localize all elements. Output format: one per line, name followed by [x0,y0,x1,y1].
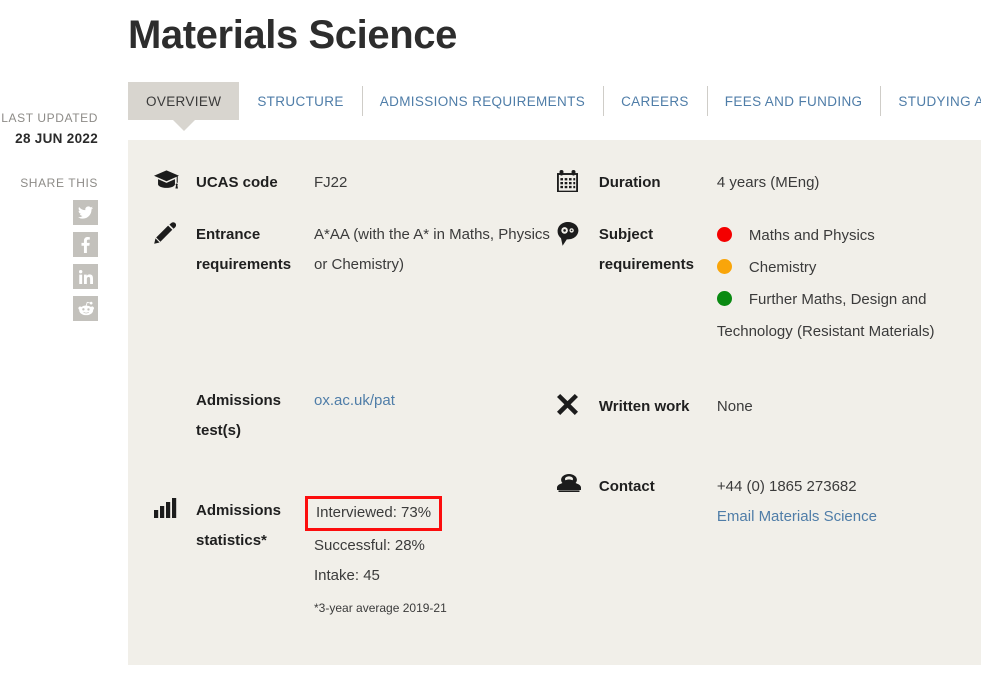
row-entrance-requirements: Entrance requirements A*AA (with the A* … [154,220,557,280]
tab-careers[interactable]: CAREERS [603,82,707,120]
last-updated-label: LAST UPDATED [0,111,98,125]
entrance-requirements-value: A*AA (with the A* in Maths, Physics or C… [314,220,557,280]
row-admissions-statistics: Admissions statistics* Interviewed: 73% … [154,496,557,623]
written-work-label: Written work [599,392,717,422]
stat-intake: Intake: 45 [314,561,557,591]
no-icon-placeholder [154,386,196,388]
subject-requirements-list: Maths and Physics Chemistry Further Math… [717,220,955,348]
share-reddit-button[interactable] [73,296,98,321]
contact-values: +44 (0) 1865 273682 Email Materials Scie… [717,472,955,532]
admissions-statistics-label: Admissions statistics* [196,496,314,556]
share-this-label: SHARE THIS [0,176,98,190]
subject-color-dot-green [717,291,732,306]
subject-requirement-item: Further Maths, Design and Technology (Re… [717,284,955,348]
overview-left-column: UCAS code FJ22 Entrance requirements A*A… [154,168,557,645]
row-subject-requirements: Subject requirements Maths and Physics C… [557,220,955,348]
last-updated-value: 28 JUN 2022 [0,131,98,146]
pencil-icon [154,220,196,244]
subject-requirement-text: Chemistry [749,259,817,276]
head-gears-icon [557,220,599,246]
subject-color-dot-amber [717,259,732,274]
tab-fees-and-funding[interactable]: FEES AND FUNDING [707,82,881,120]
linkedin-icon [79,270,93,284]
tab-structure[interactable]: STRUCTURE [239,82,361,120]
admissions-test-label: Admissions test(s) [196,386,314,446]
duration-label: Duration [599,168,717,198]
subject-requirement-item: Chemistry [717,252,955,284]
tab-admissions-requirements[interactable]: ADMISSIONS REQUIREMENTS [362,82,603,120]
share-linkedin-button[interactable] [73,264,98,289]
subject-requirement-text: Maths and Physics [749,227,875,244]
row-written-work: Written work None [557,392,955,422]
row-ucas-code: UCAS code FJ22 [154,168,557,198]
row-duration: Duration 4 years (MEng) [557,168,955,198]
left-rail: LAST UPDATED 28 JUN 2022 SHARE THIS [0,0,108,700]
row-contact: Contact +44 (0) 1865 273682 Email Materi… [557,472,955,532]
tab-label: STRUCTURE [257,94,343,109]
calendar-icon [557,168,599,192]
twitter-icon [78,206,93,219]
written-work-value: None [717,392,955,422]
contact-phone: +44 (0) 1865 273682 [717,472,955,502]
telephone-icon [557,472,599,492]
contact-label: Contact [599,472,717,502]
share-buttons [0,200,98,321]
tab-label: STUDYING AT OXFORD [898,94,981,109]
admissions-statistics-values: Interviewed: 73% Successful: 28% Intake:… [314,496,557,623]
ucas-code-label: UCAS code [196,168,314,198]
duration-value: 4 years (MEng) [717,168,955,198]
subject-requirement-text: Further Maths, Design and Technology (Re… [717,291,935,340]
main-content: Materials Science OVERVIEW STRUCTURE ADM… [128,0,981,700]
subject-color-dot-red [717,227,732,242]
row-admissions-test: Admissions test(s) ox.ac.uk/pat [154,386,557,446]
tab-label: FEES AND FUNDING [725,94,863,109]
stat-successful: Successful: 28% [314,531,557,561]
share-facebook-button[interactable] [73,232,98,257]
subject-requirements-label: Subject requirements [599,220,717,280]
tab-label: ADMISSIONS REQUIREMENTS [380,94,585,109]
tab-bar: OVERVIEW STRUCTURE ADMISSIONS REQUIREMEN… [128,82,981,120]
x-mark-icon [557,392,599,415]
facebook-icon [81,237,90,253]
page-title: Materials Science [128,12,981,58]
tab-overview[interactable]: OVERVIEW [128,82,239,120]
stat-interviewed-highlighted: Interviewed: 73% [305,496,442,531]
tab-label: CAREERS [621,94,689,109]
overview-right-column: Duration 4 years (MEng) Subject requirem… [557,168,955,645]
reddit-icon [78,301,94,316]
bar-chart-icon [154,496,196,518]
entrance-requirements-label: Entrance requirements [196,220,314,280]
tab-label: OVERVIEW [146,94,221,109]
tab-studying-at-oxford[interactable]: STUDYING AT OXFORD [880,82,981,120]
admissions-test-link[interactable]: ox.ac.uk/pat [314,392,395,409]
graduation-cap-icon [154,168,196,192]
ucas-code-value: FJ22 [314,168,557,198]
admissions-statistics-footnote: *3-year average 2019-21 [314,593,557,623]
overview-panel: UCAS code FJ22 Entrance requirements A*A… [128,140,981,665]
contact-email-link[interactable]: Email Materials Science [717,502,955,532]
share-twitter-button[interactable] [73,200,98,225]
subject-requirement-item: Maths and Physics [717,220,955,252]
